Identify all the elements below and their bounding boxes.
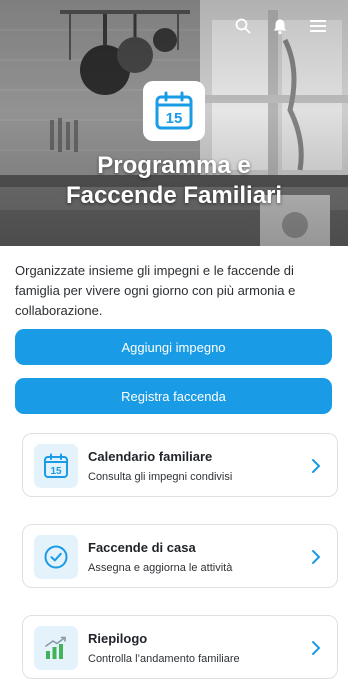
chart-icon bbox=[45, 636, 66, 659]
card-summary[interactable]: Riepilogo Controlla l’andamento familiar… bbox=[22, 615, 338, 679]
card-title: Riepilogo bbox=[88, 631, 148, 646]
card-family-calendar[interactable]: 15 Calendario familiare Consulta gli imp… bbox=[22, 433, 338, 497]
card-house-chores[interactable]: Faccende di casa Assegna e aggiorna le a… bbox=[22, 524, 338, 588]
bell-icon[interactable] bbox=[269, 15, 291, 37]
add-commitment-button[interactable]: Aggiungi impegno bbox=[15, 329, 332, 365]
card-title: Calendario familiare bbox=[88, 449, 213, 464]
search-icon[interactable] bbox=[232, 15, 254, 37]
intro-text: Organizzate insieme gli impegni e le fac… bbox=[15, 263, 296, 318]
card-icon-box: 15 bbox=[34, 444, 78, 488]
chevron-right-icon[interactable] bbox=[309, 455, 323, 477]
chevron-right-icon[interactable] bbox=[309, 637, 323, 659]
page-title-line1: Programma e bbox=[97, 152, 251, 179]
calendar-icon: 15 bbox=[155, 91, 193, 130]
card-subtitle: Consulta gli impegni condivisi bbox=[88, 471, 233, 483]
calendar-badge-number: 15 bbox=[166, 110, 183, 127]
calendar-icon: 15 bbox=[44, 453, 68, 478]
card-icon-box bbox=[34, 626, 78, 670]
chevron-right-icon[interactable] bbox=[309, 546, 323, 568]
card-title: Faccende di casa bbox=[88, 540, 196, 555]
card-icon-box bbox=[34, 535, 78, 579]
page-title-line2: Faccende Familiari bbox=[65, 182, 283, 209]
card-calendar-number: 15 bbox=[50, 466, 62, 477]
log-chore-button[interactable]: Registra faccenda bbox=[15, 378, 332, 414]
card-subtitle: Controlla l’andamento familiare bbox=[88, 653, 240, 665]
menu-icon[interactable] bbox=[307, 15, 329, 37]
check-circle-icon bbox=[44, 545, 68, 569]
card-subtitle: Assegna e aggiorna le attività bbox=[88, 562, 233, 574]
page-title: Programma e Faccende Familiari bbox=[0, 151, 348, 211]
calendar-badge: 15 bbox=[143, 81, 205, 141]
